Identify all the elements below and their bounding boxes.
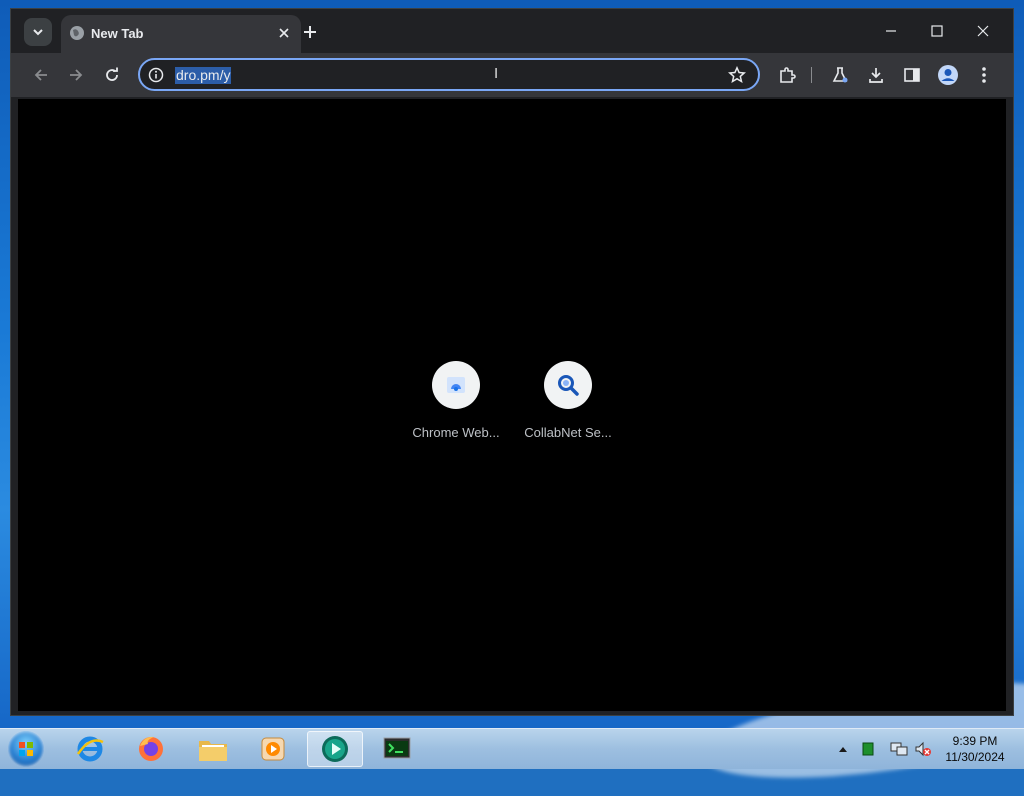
folder-icon <box>199 741 227 761</box>
side-panel-button[interactable] <box>901 64 923 86</box>
side-panel-icon <box>904 68 920 82</box>
start-button[interactable] <box>8 731 44 767</box>
profile-button[interactable] <box>937 64 959 86</box>
address-input[interactable]: dro.pm/y <box>175 67 232 84</box>
more-vert-icon <box>982 67 986 83</box>
flask-icon <box>832 67 848 83</box>
new-tab-button[interactable] <box>297 19 323 45</box>
forward-button[interactable] <box>65 64 87 86</box>
browser-toolbar: dro.pm/y I <box>11 53 1013 97</box>
menu-button[interactable] <box>973 64 995 86</box>
shortcut-label: CollabNet Se... <box>524 425 612 440</box>
shortcut-chrome-web-store[interactable]: Chrome Web... <box>404 361 508 440</box>
taskbar-terminal[interactable] <box>369 731 425 767</box>
plus-icon <box>304 26 316 38</box>
close-icon <box>977 25 989 37</box>
new-tab-page: Chrome Web... CollabNet Se... <box>18 99 1006 711</box>
minimize-icon <box>886 30 896 32</box>
volume-icon-button[interactable] <box>914 729 932 769</box>
extensions-button[interactable] <box>776 64 798 86</box>
info-icon[interactable] <box>148 67 164 83</box>
avatar-icon <box>938 65 958 85</box>
arrow-left-icon <box>34 69 47 81</box>
chevron-down-icon <box>33 29 43 36</box>
search-icon <box>558 375 579 396</box>
clock-time: 9:39 PM <box>952 734 998 748</box>
browser-window: New Tab dro.pm/y I Chrome Web... CollabN… <box>10 8 1014 716</box>
internet-explorer-icon <box>76 736 104 762</box>
taskbar-file-explorer[interactable] <box>185 731 241 767</box>
downloads-button[interactable] <box>865 64 887 86</box>
close-window-button[interactable] <box>963 17 1003 45</box>
taskbar: 9:39 PM 11/30/2024 <box>0 728 1024 769</box>
reload-icon <box>106 67 118 81</box>
taskbar-chrome-active[interactable] <box>307 731 363 767</box>
media-player-icon <box>261 737 285 761</box>
system-clock[interactable]: 9:39 PM 11/30/2024 <box>940 733 1010 765</box>
download-icon <box>869 68 883 83</box>
toolbar-divider <box>811 67 812 83</box>
globe-icon <box>70 26 84 40</box>
terminal-icon <box>383 737 411 759</box>
puzzle-icon <box>780 67 796 83</box>
firefox-icon <box>139 736 163 761</box>
labs-button[interactable] <box>829 64 851 86</box>
star-icon[interactable] <box>728 66 746 84</box>
address-bar[interactable]: dro.pm/y I <box>138 58 760 91</box>
shortcut-collabnet[interactable]: CollabNet Se... <box>516 361 620 440</box>
close-icon <box>279 28 289 38</box>
windows-logo-icon <box>19 742 33 756</box>
shortcut-label: Chrome Web... <box>412 425 500 440</box>
volume-muted-icon <box>915 741 931 757</box>
maximize-button[interactable] <box>917 17 957 45</box>
shortcut-icon-circle <box>432 361 480 409</box>
tray-app-icon[interactable] <box>862 729 874 769</box>
minimize-button[interactable] <box>871 17 911 45</box>
tab-strip: New Tab <box>11 9 1013 53</box>
maximize-icon <box>931 25 943 37</box>
network-icon <box>890 742 908 756</box>
green-tray-icon <box>862 742 874 756</box>
close-tab-button[interactable] <box>275 24 293 42</box>
text-cursor-icon: I <box>494 65 499 82</box>
arrow-right-icon <box>70 69 83 81</box>
shortcut-icon-circle <box>544 361 592 409</box>
tab-search-button[interactable] <box>24 18 52 46</box>
web-store-icon <box>447 377 465 393</box>
back-button[interactable] <box>30 64 52 86</box>
tab-title: New Tab <box>91 26 144 41</box>
clock-date: 11/30/2024 <box>945 750 1005 764</box>
network-icon-button[interactable] <box>890 729 908 769</box>
taskbar-media-player[interactable] <box>245 731 301 767</box>
browser-app-icon <box>322 736 348 762</box>
tab-new-tab[interactable]: New Tab <box>61 15 301 53</box>
reload-button[interactable] <box>101 64 123 86</box>
chevron-up-icon <box>839 747 847 752</box>
taskbar-firefox[interactable] <box>123 731 179 767</box>
taskbar-internet-explorer[interactable] <box>62 731 118 767</box>
show-hidden-icons-button[interactable] <box>838 729 848 769</box>
